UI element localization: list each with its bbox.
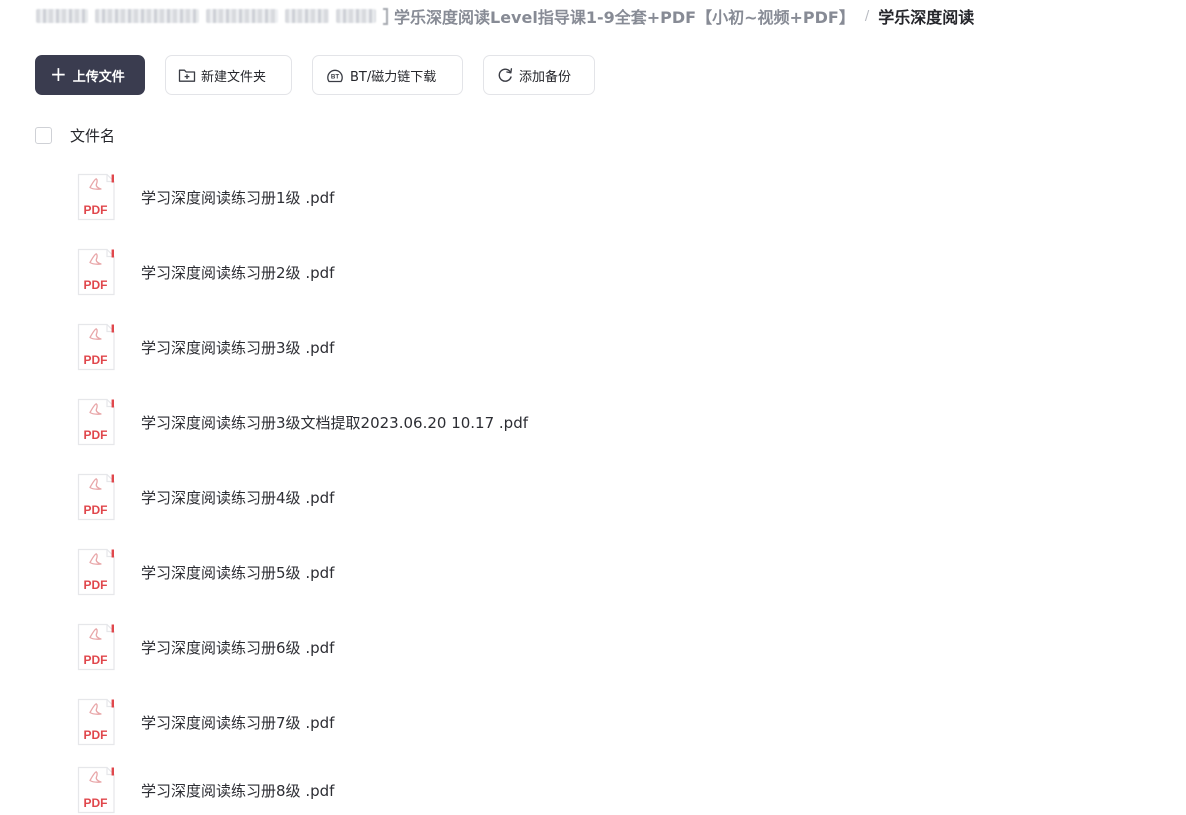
file-row[interactable]: PDF 学习深度阅读练习册8级 .pdf [76,765,334,815]
pdf-file-icon: PDF [76,248,116,296]
add-backup-button[interactable]: 添加备份 [483,55,595,95]
file-name[interactable]: 学习深度阅读练习册6级 .pdf [141,637,334,658]
file-name[interactable]: 学习深度阅读练习册3级文档提取2023.06.20 10.17 .pdf [141,412,528,433]
bt-badge-text: BT [331,74,339,81]
file-row[interactable]: PDF 学习深度阅读练习册3级文档提取2023.06.20 10.17 .pdf [76,397,528,447]
new-folder-button[interactable]: 新建文件夹 [165,55,292,95]
pdf-file-icon: PDF [76,766,116,814]
file-row[interactable]: PDF 学习深度阅读练习册5级 .pdf [76,547,334,597]
pdf-file-icon: PDF [76,698,116,746]
blurred-breadcrumb-segment[interactable] [95,9,199,23]
pdf-file-icon: PDF [76,548,116,596]
pdf-badge-text: PDF [84,578,108,592]
bt-magnet-download-label: BT/磁力链下载 [350,69,437,85]
file-name-column-header[interactable]: 文件名 [70,125,115,146]
file-row[interactable]: PDF 学习深度阅读练习册4级 .pdf [76,472,334,522]
blurred-breadcrumb-segment[interactable] [206,9,278,23]
breadcrumb-current-folder: 学乐深度阅读 [878,8,975,27]
file-row[interactable]: PDF 学习深度阅读练习册7级 .pdf [76,697,334,747]
pdf-badge-text: PDF [84,278,108,292]
blurred-breadcrumb-segment[interactable] [336,9,376,23]
upload-file-button[interactable]: + 上传文件 [35,55,145,95]
file-name[interactable]: 学习深度阅读练习册8级 .pdf [141,780,334,801]
file-name[interactable]: 学习深度阅读练习册3级 .pdf [141,337,334,358]
file-name[interactable]: 学习深度阅读练习册2级 .pdf [141,262,334,283]
folder-plus-icon [178,67,196,83]
pdf-badge-text: PDF [84,653,108,667]
file-row[interactable]: PDF 学习深度阅读练习册6级 .pdf [76,622,334,672]
pdf-badge-text: PDF [84,796,108,810]
pdf-file-icon: PDF [76,398,116,446]
pdf-file-icon: PDF [76,623,116,671]
toolbar: + 上传文件 新建文件夹 BT BT/磁力链下载 添加备份 [35,55,615,95]
breadcrumb: 学乐深度阅读Level指导课1-9全套+PDF【小初~视频+PDF】 / 学乐深… [36,4,974,28]
pdf-file-icon: PDF [76,323,116,371]
breadcrumb-parent-folder[interactable]: 学乐深度阅读Level指导课1-9全套+PDF【小初~视频+PDF】 [394,4,855,28]
pdf-badge-text: PDF [84,353,108,367]
add-backup-label: 添加备份 [519,69,572,85]
file-row[interactable]: PDF 学习深度阅读练习册2级 .pdf [76,247,334,297]
upload-file-label: 上传文件 [72,69,125,85]
breadcrumb-separator: / [864,8,870,24]
pdf-badge-text: PDF [84,203,108,217]
select-all-checkbox[interactable] [35,126,52,144]
sync-icon [496,66,514,84]
plus-icon: + [50,62,67,86]
file-row[interactable]: PDF 学习深度阅读练习册1级 .pdf [76,172,334,222]
pdf-file-icon: PDF [76,173,116,221]
blurred-breadcrumb-segment[interactable] [285,9,329,23]
file-name[interactable]: 学习深度阅读练习册5级 .pdf [141,562,334,583]
new-folder-label: 新建文件夹 [201,69,267,85]
pdf-file-icon: PDF [76,473,116,521]
pdf-badge-text: PDF [84,428,108,442]
file-row[interactable]: PDF 学习深度阅读练习册3级 .pdf [76,322,334,372]
pdf-badge-text: PDF [84,728,108,742]
blurred-bracket [383,7,388,25]
file-name[interactable]: 学习深度阅读练习册7级 .pdf [141,712,334,733]
bt-icon: BT [325,66,345,84]
blurred-breadcrumb-segment[interactable] [36,9,88,23]
pdf-badge-text: PDF [84,503,108,517]
file-name[interactable]: 学习深度阅读练习册4级 .pdf [141,487,334,508]
file-list-header: 文件名 [35,125,115,145]
file-name[interactable]: 学习深度阅读练习册1级 .pdf [141,187,334,208]
bt-magnet-download-button[interactable]: BT BT/磁力链下载 [312,55,463,95]
